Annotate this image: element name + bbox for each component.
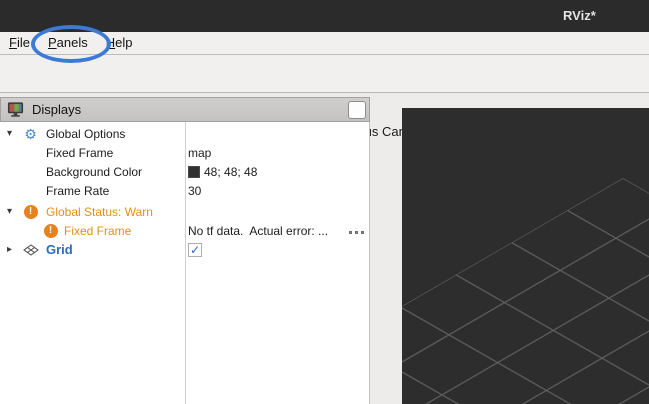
row-label: Grid <box>46 242 73 257</box>
render-viewport[interactable] <box>402 108 649 404</box>
panel-float-button[interactable] <box>348 101 366 119</box>
color-swatch-text: 48; 48; 48 <box>204 165 257 179</box>
rviz-window: { "window": { "title": "RViz*" }, "menu"… <box>0 0 649 404</box>
tree-row-fixed-frame-warning[interactable]: ! Fixed Frame No tf data. Actual error: … <box>0 221 369 240</box>
fixed-frame-value[interactable]: map <box>188 146 211 160</box>
toolbar: Interact Move Camera Select <box>0 55 649 93</box>
tree-row-global-options[interactable]: ▾ ⚙ Global Options <box>0 124 369 143</box>
grid-enabled-checkbox[interactable]: ✓ <box>188 243 202 257</box>
displays-tree: ▾ ⚙ Global Options Fixed Frame map Backg… <box>0 122 370 404</box>
menu-bar: File Panels Help <box>0 32 649 55</box>
tree-row-frame-rate[interactable]: Frame Rate 30 <box>0 181 369 200</box>
collapse-arrow-icon[interactable]: ▾ <box>4 128 15 139</box>
gear-icon: ⚙ <box>22 126 39 142</box>
title-bar: RViz* <box>0 0 649 32</box>
frame-rate-value[interactable]: 30 <box>188 184 201 198</box>
row-label: Global Status: Warn <box>46 205 153 219</box>
menu-panels[interactable]: Panels <box>39 32 97 55</box>
monitor-icon <box>7 101 24 118</box>
menu-file[interactable]: File <box>0 32 39 55</box>
window-title: RViz* <box>563 0 596 32</box>
expand-arrow-icon[interactable]: ▸ <box>4 244 15 255</box>
color-swatch <box>188 166 200 178</box>
warning-icon: ! <box>42 223 59 239</box>
row-label: Global Options <box>46 127 125 141</box>
displays-panel: Displays ▾ ⚙ Global Options Fixed Frame … <box>0 97 370 404</box>
row-label: Fixed Frame <box>46 146 113 160</box>
tree-row-background-color[interactable]: Background Color 48; 48; 48 <box>0 162 369 181</box>
displays-panel-title: Displays <box>32 102 81 117</box>
row-label: Fixed Frame <box>64 224 131 238</box>
displays-panel-header[interactable]: Displays <box>0 97 370 122</box>
background-color-value[interactable]: 48; 48; 48 <box>188 165 257 179</box>
menu-help[interactable]: Help <box>97 32 142 55</box>
splitter-handle[interactable] <box>349 231 365 235</box>
warning-message: No tf data. Actual error: ... <box>188 224 328 238</box>
checkbox-checked[interactable]: ✓ <box>188 243 202 257</box>
tree-row-global-status[interactable]: ▾ ! Global Status: Warn <box>0 202 369 221</box>
tree-row-fixed-frame[interactable]: Fixed Frame map <box>0 143 369 162</box>
row-label: Frame Rate <box>46 184 109 198</box>
grid-icon <box>22 242 39 258</box>
tree-row-grid[interactable]: ▸ Grid ✓ <box>0 240 369 259</box>
ground-grid <box>402 108 649 404</box>
collapse-arrow-icon[interactable]: ▾ <box>4 206 15 217</box>
warning-icon: ! <box>22 204 39 220</box>
row-label: Background Color <box>46 165 142 179</box>
